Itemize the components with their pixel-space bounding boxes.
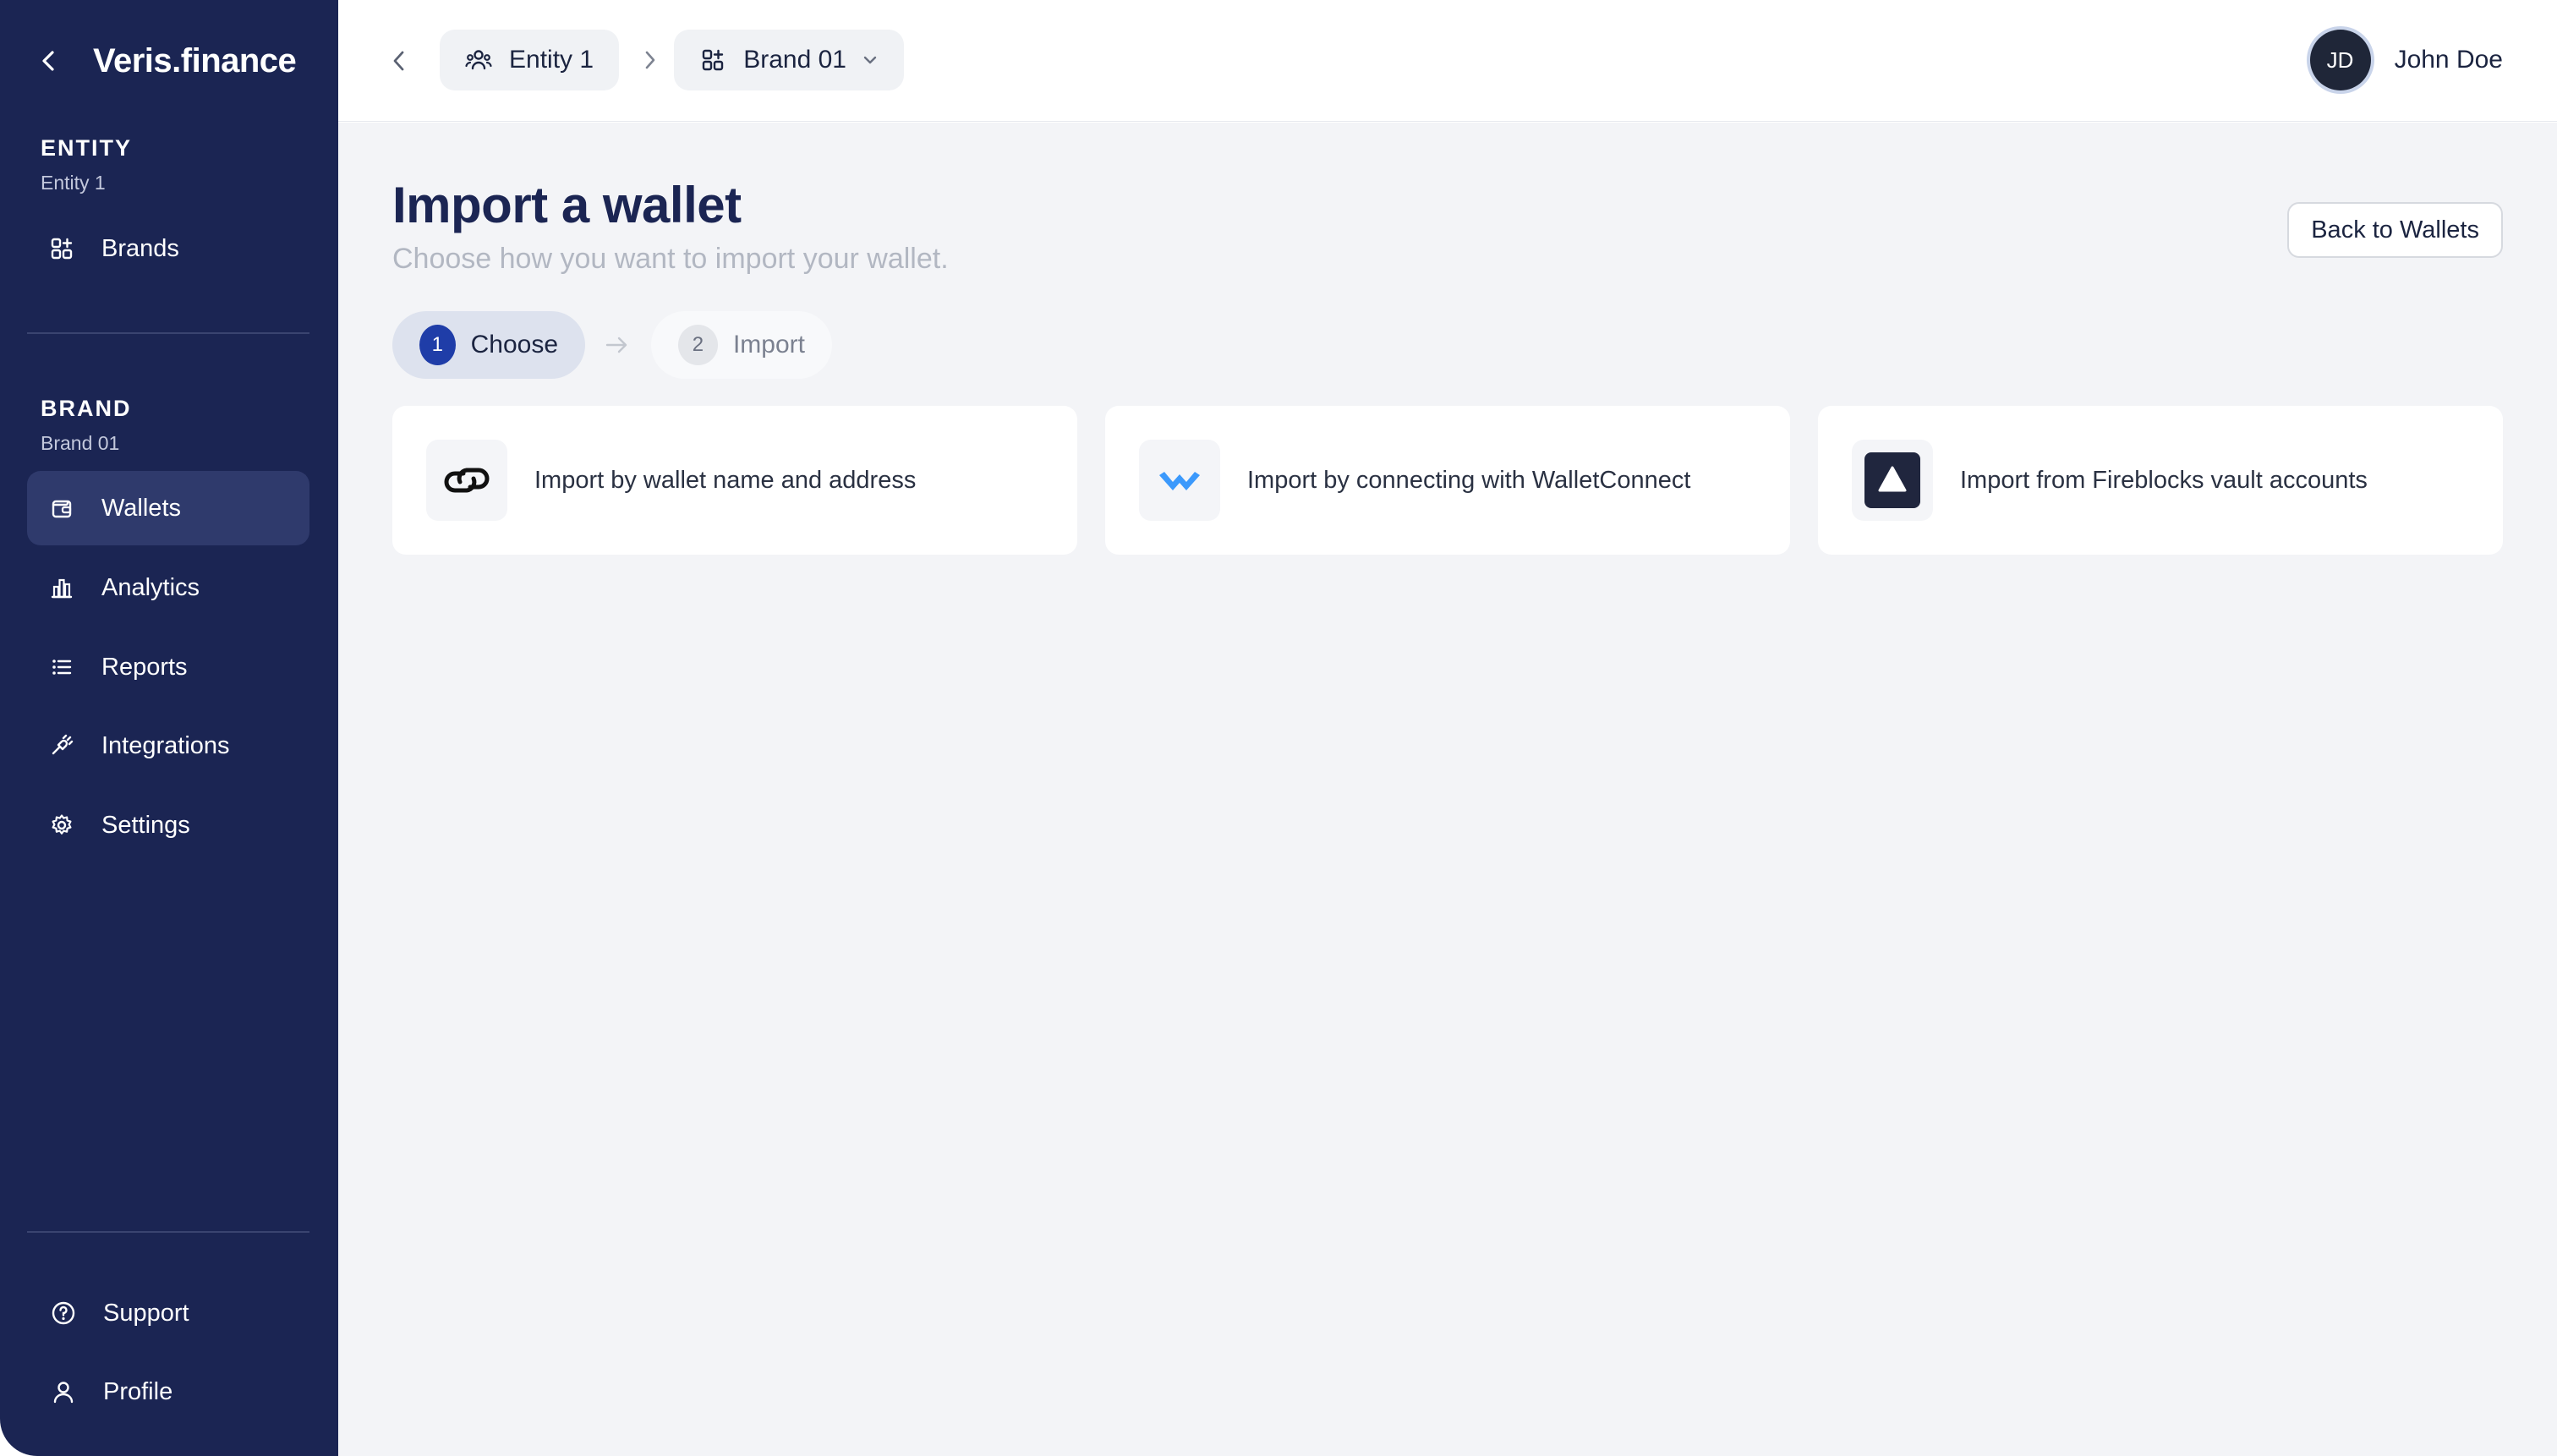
step-number: 1	[419, 325, 456, 365]
back-button[interactable]	[382, 44, 416, 78]
fireblocks-icon	[1852, 440, 1933, 521]
option-label: Import from Fireblocks vault accounts	[1960, 466, 2368, 494]
sidebar-item-label: Support	[103, 1299, 189, 1327]
option-label: Import by wallet name and address	[534, 466, 917, 494]
main-content: Import a wallet Choose how you want to i…	[338, 123, 2557, 1456]
top-bar: Entity 1 Brand 01 JD John Doe	[338, 0, 2557, 122]
page-title: Import a wallet	[392, 177, 742, 233]
grid-plus-icon	[47, 234, 76, 263]
sidebar-item-brands[interactable]: Brands	[27, 211, 309, 286]
sidebar-item-settings[interactable]: Settings	[27, 788, 309, 862]
chevron-left-icon	[393, 51, 404, 71]
entity-section-name: Entity 1	[41, 172, 106, 194]
arrow-right-icon	[602, 332, 632, 358]
gear-icon	[47, 811, 76, 840]
chevron-left-icon	[42, 51, 54, 71]
breadcrumb-brand-dropdown[interactable]: Brand 01	[674, 30, 904, 90]
entity-section-title: ENTITY	[41, 135, 133, 161]
link-icon	[426, 440, 507, 521]
option-label: Import by connecting with WalletConnect	[1247, 466, 1691, 494]
chevron-right-icon	[636, 46, 665, 74]
grid-plus-icon	[699, 46, 726, 74]
sidebar-item-profile[interactable]: Profile	[27, 1355, 309, 1429]
sidebar-item-label: Analytics	[101, 573, 200, 601]
sidebar-item-integrations[interactable]: Integrations	[27, 709, 309, 783]
plug-icon	[47, 731, 76, 760]
sidebar-item-label: Reports	[101, 653, 188, 681]
import-option-fireblocks[interactable]: Import from Fireblocks vault accounts	[1818, 406, 2503, 555]
user-icon	[49, 1377, 78, 1406]
breadcrumb-entity[interactable]: Entity 1	[440, 30, 619, 90]
collapse-sidebar-button[interactable]	[39, 41, 69, 81]
sidebar-item-label: Brands	[101, 234, 179, 262]
breadcrumb-label: Brand 01	[743, 46, 846, 74]
sidebar: Veris.finance ENTITY Entity 1 Brands BRA…	[0, 0, 338, 1456]
bar-chart-icon	[47, 573, 76, 602]
chevron-down-icon	[862, 54, 879, 66]
import-option-address[interactable]: Import by wallet name and address	[392, 406, 1077, 555]
step-label: Choose	[470, 331, 558, 359]
back-to-wallets-button[interactable]: Back to Wallets	[2287, 202, 2503, 258]
list-icon	[47, 653, 76, 681]
user-name: John Doe	[2394, 46, 2503, 74]
sidebar-item-support[interactable]: Support	[27, 1276, 309, 1350]
brand-section-name: Brand 01	[41, 432, 120, 454]
app-logo[interactable]: Veris.finance	[93, 42, 297, 80]
step-import[interactable]: 2 Import	[651, 311, 832, 379]
sidebar-item-label: Wallets	[101, 494, 181, 522]
sidebar-item-label: Profile	[103, 1377, 173, 1405]
user-menu[interactable]: JD John Doe	[2309, 30, 2503, 90]
help-circle-icon	[49, 1299, 78, 1327]
sidebar-item-label: Integrations	[101, 731, 230, 759]
breadcrumb-label: Entity 1	[509, 46, 594, 74]
step-choose[interactable]: 1 Choose	[392, 311, 585, 379]
wallet-icon	[47, 494, 76, 523]
step-number: 2	[678, 325, 718, 365]
brand-row: Veris.finance	[39, 41, 297, 81]
sidebar-item-label: Settings	[101, 811, 190, 839]
walletconnect-icon	[1139, 440, 1220, 521]
sidebar-divider	[27, 332, 309, 334]
sidebar-divider	[27, 1231, 309, 1233]
step-label: Import	[732, 331, 805, 359]
page-subtitle: Choose how you want to import your walle…	[392, 243, 949, 275]
sidebar-item-wallets[interactable]: Wallets	[27, 471, 309, 545]
avatar[interactable]: JD	[2309, 30, 2371, 90]
sidebar-item-analytics[interactable]: Analytics	[27, 550, 309, 625]
sidebar-item-reports[interactable]: Reports	[27, 630, 309, 704]
users-icon	[465, 46, 492, 74]
brand-section-title: BRAND	[41, 396, 132, 421]
import-option-walletconnect[interactable]: Import by connecting with WalletConnect	[1105, 406, 1790, 555]
